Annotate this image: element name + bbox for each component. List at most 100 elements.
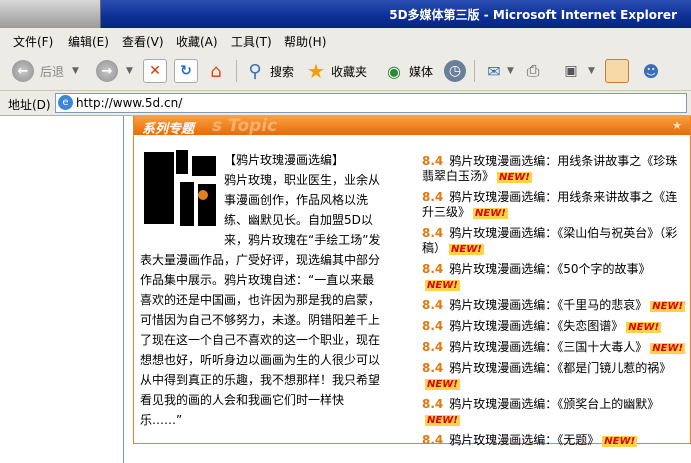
item-link[interactable]: 鸦片玫瑰漫画选编：《50个字的故事》 (449, 262, 650, 276)
list-item[interactable]: 8.4 鸦片玫瑰漫画选编：《无题》 NEW! (422, 433, 686, 449)
panel-deco-icon: ★ (672, 119, 682, 132)
menu-file[interactable]: 文件(F) (13, 33, 53, 50)
back-label: 后退 (40, 64, 65, 79)
title-bar: 5D多媒体第三版 - Microsoft Internet Explorer (0, 0, 691, 28)
left-frame-divider (123, 116, 124, 463)
item-version: 8.4 (422, 262, 444, 276)
edit-icon: ▣ (564, 63, 578, 79)
address-url[interactable]: http://www.5d.cn/ (76, 96, 182, 110)
new-badge: NEW! (626, 322, 662, 333)
forward-button[interactable]: → ▼ (96, 57, 133, 85)
home-icon: ⌂ (210, 60, 222, 82)
favorites-button[interactable]: ★ 收藏夹 (305, 57, 367, 85)
back-arrow-icon: ← (12, 60, 34, 82)
favorites-star-icon: ★ (307, 59, 325, 83)
new-badge: NEW! (602, 436, 638, 447)
list-item[interactable]: 8.4 鸦片玫瑰漫画选编：《颁奖台上的幽默》 NEW! (422, 397, 686, 428)
title-bar-left-strip (0, 0, 101, 28)
discuss-icon (605, 59, 629, 83)
list-item[interactable]: 8.4 鸦片玫瑰漫画选编：《千里马的悲哀》 NEW! (422, 298, 686, 314)
edit-dropdown-icon[interactable]: ▼ (588, 66, 595, 76)
menu-tools[interactable]: 工具(T) (231, 33, 272, 50)
address-bar: 地址(D) e http://www.5d.cn/ (0, 91, 691, 116)
list-item[interactable]: 8.4 鸦片玫瑰漫画选编：用线条来讲故事之《连升三级》 NEW! (422, 190, 686, 221)
edit-button[interactable]: ▣ ▼ (560, 57, 595, 85)
topic-list: 8.4 鸦片玫瑰漫画选编：用线条讲故事之《珍珠翡翠白玉汤》 NEW! 8.4 鸦片玫瑰… (422, 154, 686, 454)
item-link[interactable]: 鸦片玫瑰漫画选编：用线条讲故事之《珍珠翡翠白玉汤》 (422, 154, 677, 183)
toolbar-separator (474, 60, 475, 82)
print-button[interactable]: ⎙ (522, 57, 544, 85)
new-badge: NEW! (473, 208, 508, 219)
list-item[interactable]: 8.4 鸦片玫瑰漫画选编：用线条讲故事之《珍珠翡翠白玉汤》 NEW! (422, 154, 686, 185)
list-item[interactable]: 8.4 鸦片玫瑰漫画选编：《50个字的故事》 NEW! (422, 262, 686, 293)
back-dropdown-icon[interactable]: ▼ (72, 66, 79, 76)
history-button[interactable]: ◷ (444, 57, 466, 85)
item-version: 8.4 (422, 319, 444, 333)
mail-icon: ✉ (487, 61, 501, 81)
forward-dropdown-icon[interactable]: ▼ (126, 66, 133, 76)
media-icon: ◉ (387, 61, 401, 81)
menu-view[interactable]: 查看(V) (122, 33, 164, 50)
item-link[interactable]: 鸦片玫瑰漫画选编：《三国十大毒人》 (449, 340, 647, 354)
media-label: 媒体 (409, 64, 434, 79)
author-portrait-image (140, 150, 220, 230)
item-version: 8.4 (422, 226, 444, 240)
search-label: 搜索 (270, 64, 295, 79)
item-link[interactable]: 鸦片玫瑰漫画选编：《千里马的悲哀》 (449, 298, 647, 312)
new-badge: NEW! (425, 379, 460, 390)
back-button[interactable]: ← 后退 ▼ (12, 57, 79, 85)
panel-title: 系列专题 (142, 122, 195, 137)
item-version: 8.4 (422, 397, 444, 411)
item-link[interactable]: 鸦片玫瑰漫画选编：《颁奖台上的幽默》 (449, 397, 659, 411)
refresh-icon: ↻ (174, 59, 198, 83)
new-badge: NEW! (425, 415, 460, 426)
mail-dropdown-icon[interactable]: ▼ (507, 66, 514, 76)
new-badge: NEW! (497, 172, 532, 183)
menu-bar: 文件(F) 编辑(E) 查看(V) 收藏(A) 工具(T) 帮助(H) (0, 28, 691, 53)
item-version: 8.4 (422, 298, 444, 312)
toolbar: ← 后退 ▼ → ▼ ✕ ↻ ⌂ ⚲ 搜索 ★ 收藏夹 ◉ 媒体 ◷ ✉ ▼ ⎙… (0, 52, 691, 91)
address-label: 地址(D) (8, 98, 51, 112)
address-input[interactable]: e http://www.5d.cn/ (55, 93, 687, 113)
mail-button[interactable]: ✉ ▼ (483, 57, 514, 85)
list-item[interactable]: 8.4 鸦片玫瑰漫画选编：《都是门镜儿惹的祸》 NEW! (422, 361, 686, 392)
forward-arrow-icon: → (96, 60, 118, 82)
new-badge: NEW! (425, 280, 460, 291)
refresh-button[interactable]: ↻ (174, 57, 198, 85)
search-button[interactable]: ⚲ 搜索 (244, 57, 294, 85)
messenger-button[interactable]: ☻ (640, 57, 662, 85)
menu-help[interactable]: 帮助(H) (284, 33, 326, 50)
item-version: 8.4 (422, 190, 444, 204)
media-button[interactable]: ◉ 媒体 (383, 57, 433, 85)
page-globe-icon: e (58, 95, 73, 110)
menu-favorites[interactable]: 收藏(A) (176, 33, 218, 50)
item-link[interactable]: 鸦片玫瑰漫画选编：《失恋图谱》 (449, 319, 623, 333)
list-item[interactable]: 8.4 鸦片玫瑰漫画选编：《三国十大毒人》 NEW! (422, 340, 686, 356)
item-version: 8.4 (422, 361, 444, 375)
toolbar-separator (236, 60, 237, 82)
history-icon: ◷ (444, 60, 466, 82)
item-link[interactable]: 鸦片玫瑰漫画选编：《都是门镜儿惹的祸》 (449, 361, 671, 375)
list-item[interactable]: 8.4 鸦片玫瑰漫画选编：《失恋图谱》 NEW! (422, 319, 686, 335)
item-link[interactable]: 鸦片玫瑰漫画选编：《无题》 (449, 433, 599, 447)
window-title: 5D多媒体第三版 - Microsoft Internet Explorer (389, 8, 677, 22)
messenger-icon: ☻ (642, 61, 660, 81)
stop-icon: ✕ (143, 59, 167, 83)
item-version: 8.4 (422, 340, 444, 354)
new-badge: NEW! (650, 301, 686, 312)
panel-ghost-text: s Topic (212, 116, 278, 136)
item-version: 8.4 (422, 154, 444, 168)
item-link[interactable]: 鸦片玫瑰漫画选编：用线条来讲故事之《连升三级》 (422, 190, 677, 219)
discuss-button[interactable] (605, 57, 629, 85)
item-version: 8.4 (422, 433, 444, 447)
panel-header: s Topic 系列专题 ★ (134, 116, 690, 137)
new-badge: NEW! (650, 343, 686, 354)
topic-panel: s Topic 系列专题 ★ 【鸦片玫瑰漫画选编】 鸦片玫瑰，职业医生，业余从事… (133, 116, 691, 447)
stop-button[interactable]: ✕ (143, 57, 167, 85)
menu-edit[interactable]: 编辑(E) (68, 33, 109, 50)
new-badge: NEW! (449, 244, 484, 255)
article: 【鸦片玫瑰漫画选编】 鸦片玫瑰，职业医生，业余从事漫画创作，作品风格以洗练、幽默… (140, 150, 384, 430)
print-icon: ⎙ (526, 61, 540, 80)
list-item[interactable]: 8.4 鸦片玫瑰漫画选编：《梁山伯与祝英台》（彩稿） NEW! (422, 226, 686, 257)
home-button[interactable]: ⌂ (205, 57, 227, 85)
